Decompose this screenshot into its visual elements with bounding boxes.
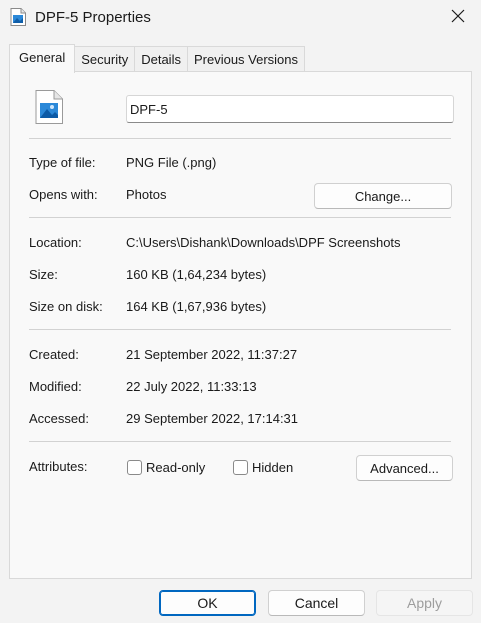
created-value: 21 September 2022, 11:37:27 xyxy=(126,347,298,362)
size-label: Size: xyxy=(29,267,58,282)
type-of-file-value: PNG File (.png) xyxy=(126,155,217,170)
modified-label: Modified: xyxy=(29,379,82,394)
attributes-label: Attributes: xyxy=(29,459,88,474)
tab-details[interactable]: Details xyxy=(135,46,188,72)
tab-security[interactable]: Security xyxy=(75,46,136,72)
file-name-input[interactable] xyxy=(126,95,454,123)
close-icon xyxy=(451,9,465,26)
separator xyxy=(29,441,451,442)
opens-with-label: Opens with: xyxy=(29,187,98,202)
general-panel: Type of file: PNG File (.png) Opens with… xyxy=(9,71,472,579)
apply-button[interactable]: Apply xyxy=(376,590,473,616)
accessed-label: Accessed: xyxy=(29,411,89,426)
separator xyxy=(29,138,451,139)
tab-previous-versions[interactable]: Previous Versions xyxy=(187,46,306,72)
cancel-button[interactable]: Cancel xyxy=(268,590,365,616)
window-title: DPF-5 Properties xyxy=(35,9,151,26)
opens-with-value: Photos xyxy=(126,187,167,202)
image-file-icon xyxy=(10,8,26,26)
ok-button[interactable]: OK xyxy=(159,590,256,616)
modified-value: 22 July 2022, 11:33:13 xyxy=(126,379,257,394)
advanced-button[interactable]: Advanced... xyxy=(356,455,453,481)
tab-bar: General Security Details Previous Versio… xyxy=(9,44,306,73)
hidden-checkbox[interactable] xyxy=(233,460,248,475)
read-only-label[interactable]: Read-only xyxy=(146,460,205,475)
hidden-label[interactable]: Hidden xyxy=(252,460,293,475)
size-value: 160 KB (1,64,234 bytes) xyxy=(126,267,267,282)
title-bar: DPF-5 Properties xyxy=(0,0,481,36)
separator xyxy=(29,329,451,330)
location-label: Location: xyxy=(29,235,82,250)
type-of-file-label: Type of file: xyxy=(29,155,96,170)
location-value: C:\Users\Dishank\Downloads\DPF Screensho… xyxy=(126,235,401,250)
close-button[interactable] xyxy=(435,0,481,34)
image-file-icon xyxy=(35,90,63,124)
accessed-value: 29 September 2022, 17:14:31 xyxy=(126,411,299,426)
size-on-disk-value: 164 KB (1,67,936 bytes) xyxy=(126,299,267,314)
separator xyxy=(29,217,451,218)
change-button[interactable]: Change... xyxy=(314,183,452,209)
created-label: Created: xyxy=(29,347,79,362)
tab-general[interactable]: General xyxy=(9,44,76,73)
properties-window: DPF-5 Properties General Security Detail… xyxy=(0,0,481,623)
read-only-checkbox[interactable] xyxy=(127,460,142,475)
size-on-disk-label: Size on disk: xyxy=(29,299,103,314)
